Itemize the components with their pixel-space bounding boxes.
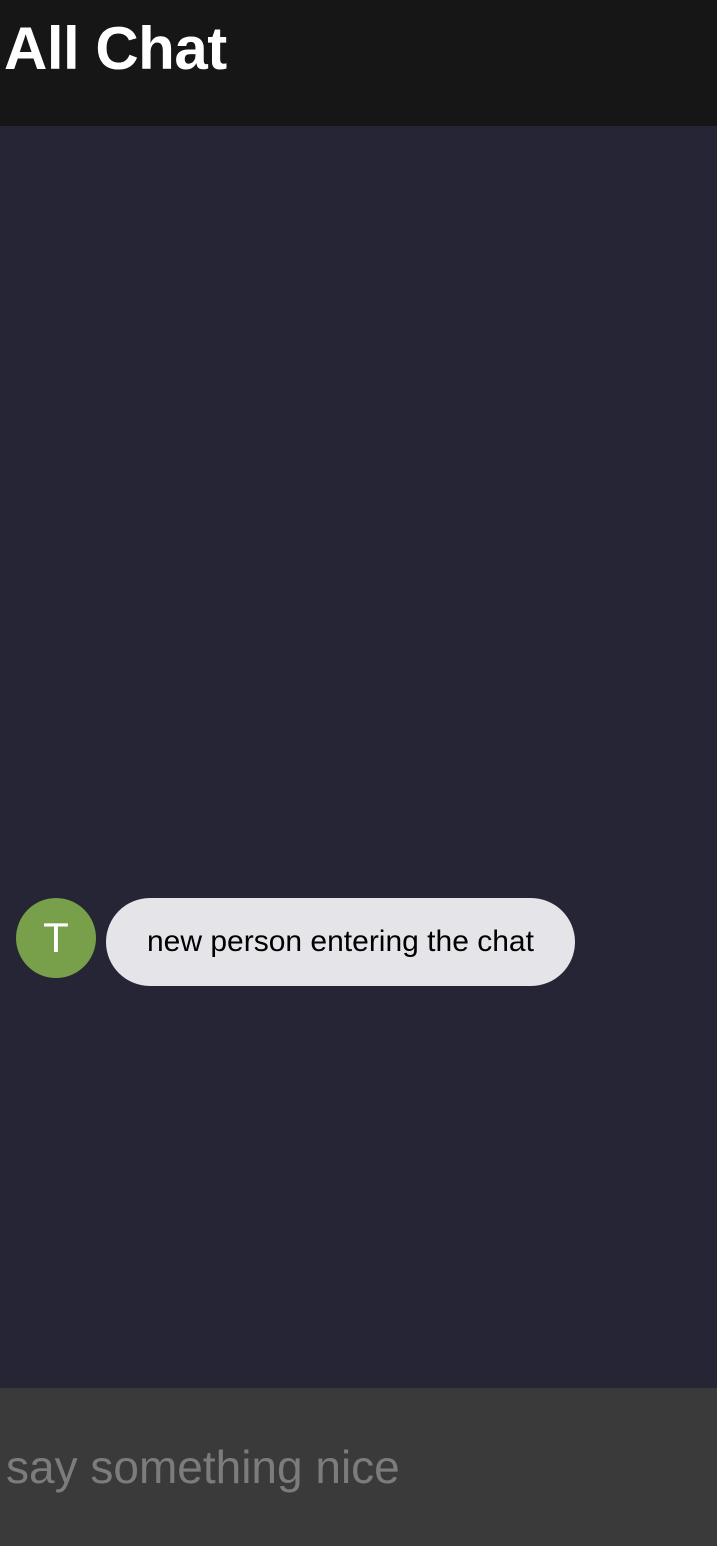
page-title: All Chat — [4, 15, 227, 82]
avatar[interactable]: T — [16, 898, 96, 978]
header: All Chat — [0, 0, 717, 126]
message-row: T new person entering the chat — [16, 898, 575, 986]
composer — [0, 1388, 717, 1546]
message-bubble: new person entering the chat — [106, 898, 575, 986]
message-list[interactable]: T new person entering the chat — [0, 126, 717, 1388]
message-input[interactable] — [0, 1388, 717, 1546]
